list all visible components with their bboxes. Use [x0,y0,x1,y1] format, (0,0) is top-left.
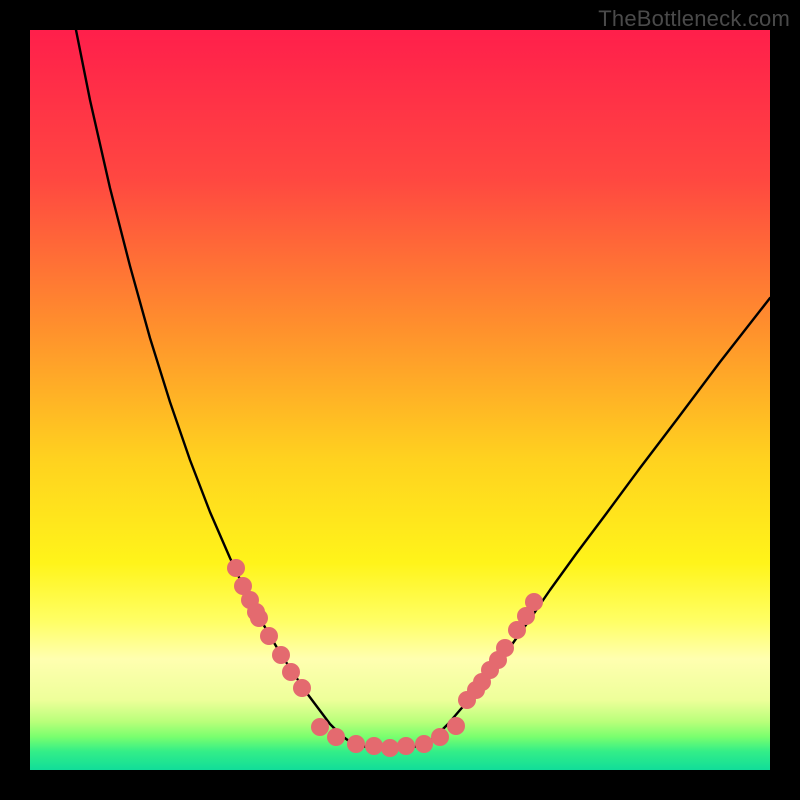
curve-lines [76,30,770,748]
attribution-text: TheBottleneck.com [598,6,790,32]
curve-markers [227,559,543,757]
outer-frame: TheBottleneck.com [0,0,800,800]
chart-curves [30,30,770,770]
plot-area [30,30,770,770]
